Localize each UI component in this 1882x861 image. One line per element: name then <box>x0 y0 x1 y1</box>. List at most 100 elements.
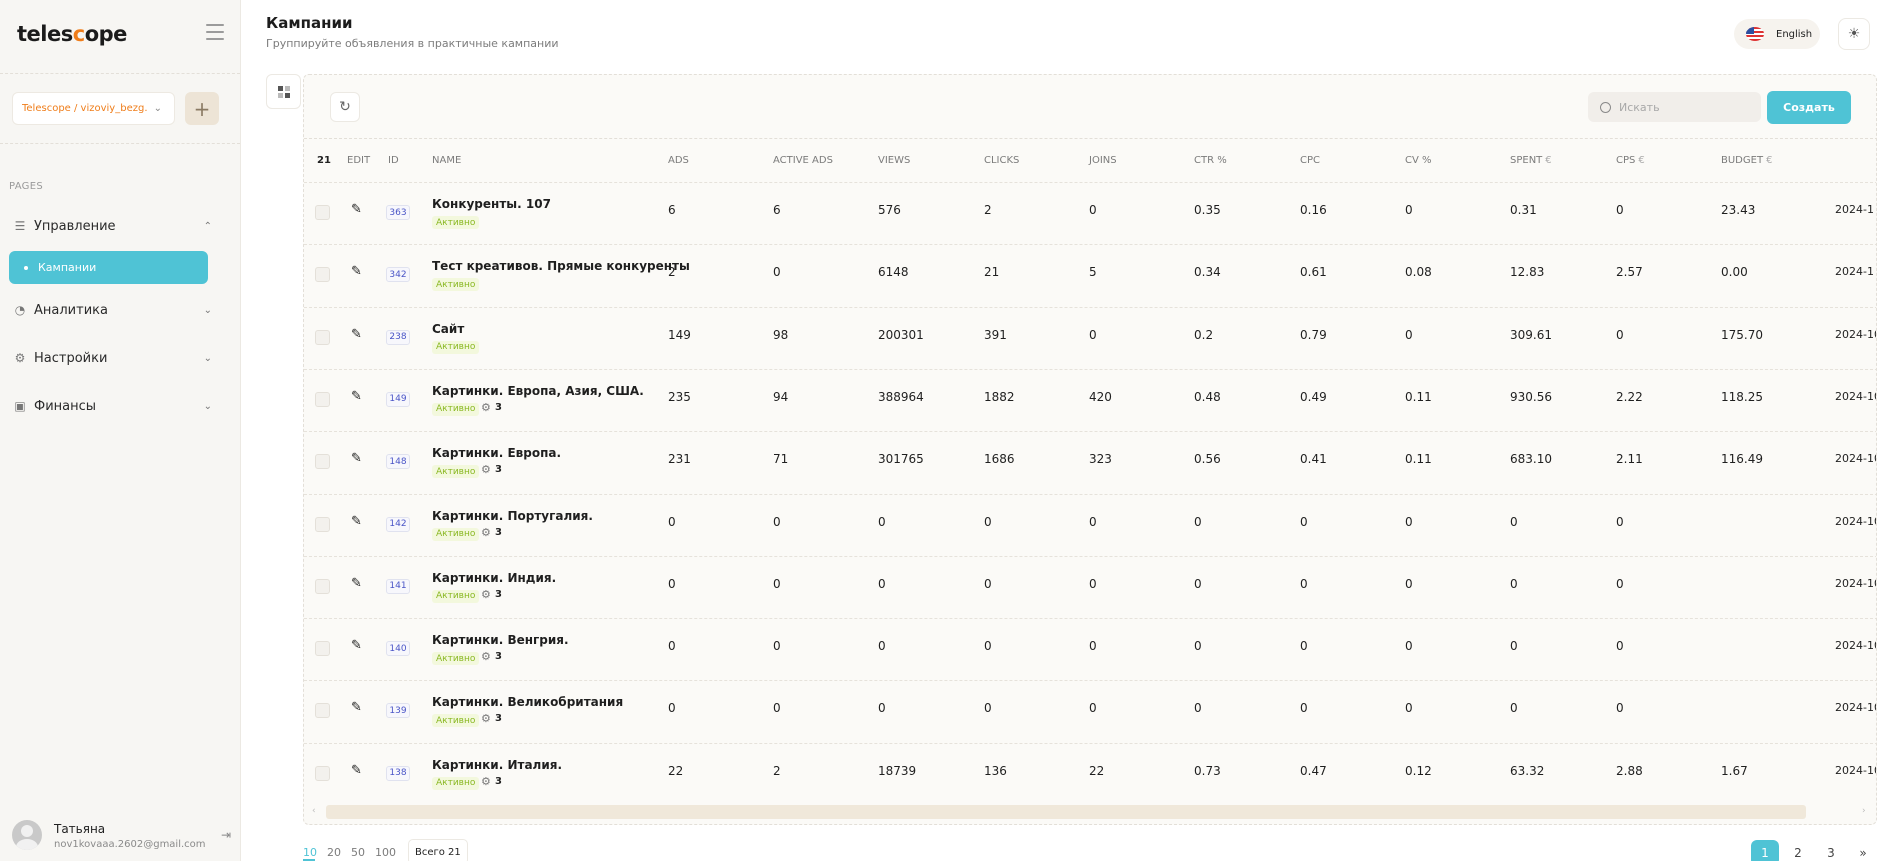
edit-pencil-icon[interactable]: ✎ <box>351 327 367 343</box>
id-badge[interactable]: 342 <box>386 267 410 283</box>
col-cv[interactable]: CV % <box>1405 155 1432 166</box>
campaign-name[interactable]: Картинки. Венгрия. <box>432 633 569 647</box>
row-checkbox[interactable] <box>315 454 330 470</box>
refresh-icon[interactable]: ↻ <box>330 92 360 122</box>
edit-pencil-icon[interactable]: ✎ <box>351 576 367 592</box>
table-row[interactable]: ✎ 139 Картинки. Великобритания Активно ⚙ 3 0 0 0… <box>304 680 1876 742</box>
campaign-name[interactable]: Конкуренты. 107 <box>432 197 551 211</box>
row-checkbox[interactable] <box>315 765 330 781</box>
sidebar-group-management[interactable]: ☰ Управление ⌃ <box>12 216 212 236</box>
page-3-button[interactable]: 3 <box>1817 840 1845 861</box>
id-badge[interactable]: 142 <box>386 516 410 532</box>
cell-cps: 0 <box>1616 701 1624 716</box>
next-page-button[interactable]: » <box>1849 840 1877 861</box>
campaign-name[interactable]: Сайт <box>432 322 464 336</box>
campaign-name[interactable]: Картинки. Португалия. <box>432 509 593 523</box>
id-badge[interactable]: 149 <box>386 391 410 407</box>
campaign-name[interactable]: Картинки. Индия. <box>432 571 556 585</box>
search-box[interactable] <box>1588 92 1761 122</box>
id-badge[interactable]: 148 <box>386 454 410 470</box>
row-checkbox[interactable] <box>315 329 330 345</box>
row-checkbox[interactable] <box>315 391 330 407</box>
scroll-right-icon[interactable]: › <box>1862 806 1866 816</box>
logout-icon[interactable]: ⇥ <box>221 828 235 842</box>
add-project-button[interactable]: + <box>185 92 219 125</box>
col-active-ads[interactable]: ACTIVE ADS <box>773 155 833 166</box>
col-cpc[interactable]: CPC <box>1300 155 1320 166</box>
col-ctr[interactable]: CTR % <box>1194 155 1227 166</box>
row-checkbox[interactable] <box>315 205 330 220</box>
edit-pencil-icon[interactable]: ✎ <box>351 389 367 405</box>
table-row[interactable]: ✎ 149 Картинки. Европа, Азия, США. Активно ⚙… <box>304 368 1876 431</box>
page-size-10[interactable]: 10 <box>303 846 317 859</box>
page-1-button[interactable]: 1 <box>1751 840 1779 861</box>
cell-ads: 0 <box>668 514 676 529</box>
menu-toggle-icon[interactable] <box>206 24 224 40</box>
horizontal-scrollbar[interactable] <box>326 805 1806 819</box>
id-badge[interactable]: 140 <box>386 641 410 657</box>
row-checkbox[interactable] <box>315 516 330 532</box>
language-switcher[interactable]: English <box>1734 19 1820 49</box>
campaign-name[interactable]: Картинки. Италия. <box>432 758 562 772</box>
col-cps[interactable]: CPS € <box>1616 155 1645 166</box>
campaign-name[interactable]: Картинки. Великобритания <box>432 695 623 709</box>
id-badge[interactable]: 363 <box>386 205 410 220</box>
id-badge[interactable]: 141 <box>386 578 410 594</box>
cell-ctr: 0.56 <box>1194 452 1221 467</box>
col-joins[interactable]: JOINS <box>1089 155 1117 166</box>
table-row[interactable]: ✎ 142 Картинки. Португалия. Активно ⚙ 3 0 0 0 0 0 0… <box>304 493 1876 556</box>
table-row[interactable]: ✎ 141 Картинки. Индия. Активно ⚙ 3 0 0 0 0 0 0 0 0 0 0 2… <box>304 555 1876 618</box>
cell-ctr: 0.35 <box>1194 203 1221 217</box>
id-badge[interactable]: 139 <box>386 703 410 719</box>
sidebar-group-finance[interactable]: ▣ Финансы ⌄ <box>12 396 212 416</box>
col-ads[interactable]: ADS <box>668 155 689 166</box>
id-badge[interactable]: 138 <box>386 765 410 781</box>
col-spent[interactable]: SPENT € <box>1510 155 1552 166</box>
logo[interactable]: telescope <box>17 22 127 46</box>
col-views[interactable]: VIEWS <box>878 155 910 166</box>
col-name[interactable]: NAME <box>432 155 461 166</box>
col-id[interactable]: ID <box>388 155 399 166</box>
edit-pencil-icon[interactable]: ✎ <box>351 638 367 654</box>
col-budget[interactable]: BUDGET € <box>1721 155 1772 166</box>
column-settings-button[interactable] <box>266 74 301 109</box>
edit-pencil-icon[interactable]: ✎ <box>351 451 367 467</box>
sidebar-group-analytics[interactable]: ◔ Аналитика ⌄ <box>12 300 212 320</box>
row-checkbox[interactable] <box>315 578 330 594</box>
campaign-name[interactable]: Картинки. Европа. <box>432 446 561 460</box>
search-input[interactable] <box>1619 100 1749 114</box>
table-row[interactable]: ✎ 148 Картинки. Европа. Активно ⚙ 3 231 71 30176… <box>304 431 1876 493</box>
edit-pencil-icon[interactable]: ✎ <box>351 264 367 280</box>
cell-joins: 0 <box>1089 701 1097 716</box>
scroll-left-icon[interactable]: ‹ <box>312 806 316 816</box>
table-row[interactable]: ✎ 342 Тест креативов. Прямые конкуренты Акт… <box>304 244 1876 306</box>
page-size-50[interactable]: 50 <box>351 846 365 859</box>
theme-toggle-sun-icon[interactable]: ☀ <box>1838 18 1870 50</box>
edit-pencil-icon[interactable]: ✎ <box>351 700 367 716</box>
row-checkbox[interactable] <box>315 267 330 283</box>
create-button[interactable]: Создать <box>1767 91 1851 124</box>
cell-cpc: 0.47 <box>1300 763 1327 778</box>
edit-pencil-icon[interactable]: ✎ <box>351 202 367 218</box>
sidebar-item-campaigns[interactable]: Кампании <box>9 251 208 284</box>
table-row[interactable]: ✎ 363 Конкуренты. 107 Активно 6 6 576 2 0 0.35 0.1… <box>304 182 1876 244</box>
campaign-name[interactable]: Тест креативов. Прямые конкуренты <box>432 259 690 273</box>
user-profile[interactable]: Татьяна nov1kovaaa.2602@gmail.com ⇥ <box>12 820 232 854</box>
page-2-button[interactable]: 2 <box>1784 840 1812 861</box>
cell-clicks: 2 <box>984 203 992 217</box>
row-checkbox[interactable] <box>315 641 330 657</box>
sidebar-group-settings[interactable]: ⚙ Настройки ⌄ <box>12 348 212 368</box>
table-row[interactable]: ✎ 138 Картинки. Италия. Активно ⚙ 3 22 2 18739 13… <box>304 742 1876 805</box>
project-selector[interactable]: Telescope / vizoviy_bezg... ⌄ <box>12 92 175 125</box>
campaign-name[interactable]: Картинки. Европа, Азия, США. <box>432 384 644 398</box>
row-checkbox[interactable] <box>315 703 330 719</box>
cell-clicks: 391 <box>984 327 1007 342</box>
page-size-20[interactable]: 20 <box>327 846 341 859</box>
edit-pencil-icon[interactable]: ✎ <box>351 514 367 530</box>
col-clicks[interactable]: CLICKS <box>984 155 1019 166</box>
edit-pencil-icon[interactable]: ✎ <box>351 763 367 779</box>
page-size-100[interactable]: 100 <box>375 846 396 859</box>
id-badge[interactable]: 238 <box>386 329 410 345</box>
table-row[interactable]: ✎ 140 Картинки. Венгрия. Активно ⚙ 3 0 0 0 0 0 0 0 0 0… <box>304 618 1876 680</box>
table-row[interactable]: ✎ 238 Сайт Активно 149 98 200301 391 0 0.2 0.79 0 30… <box>304 306 1876 369</box>
